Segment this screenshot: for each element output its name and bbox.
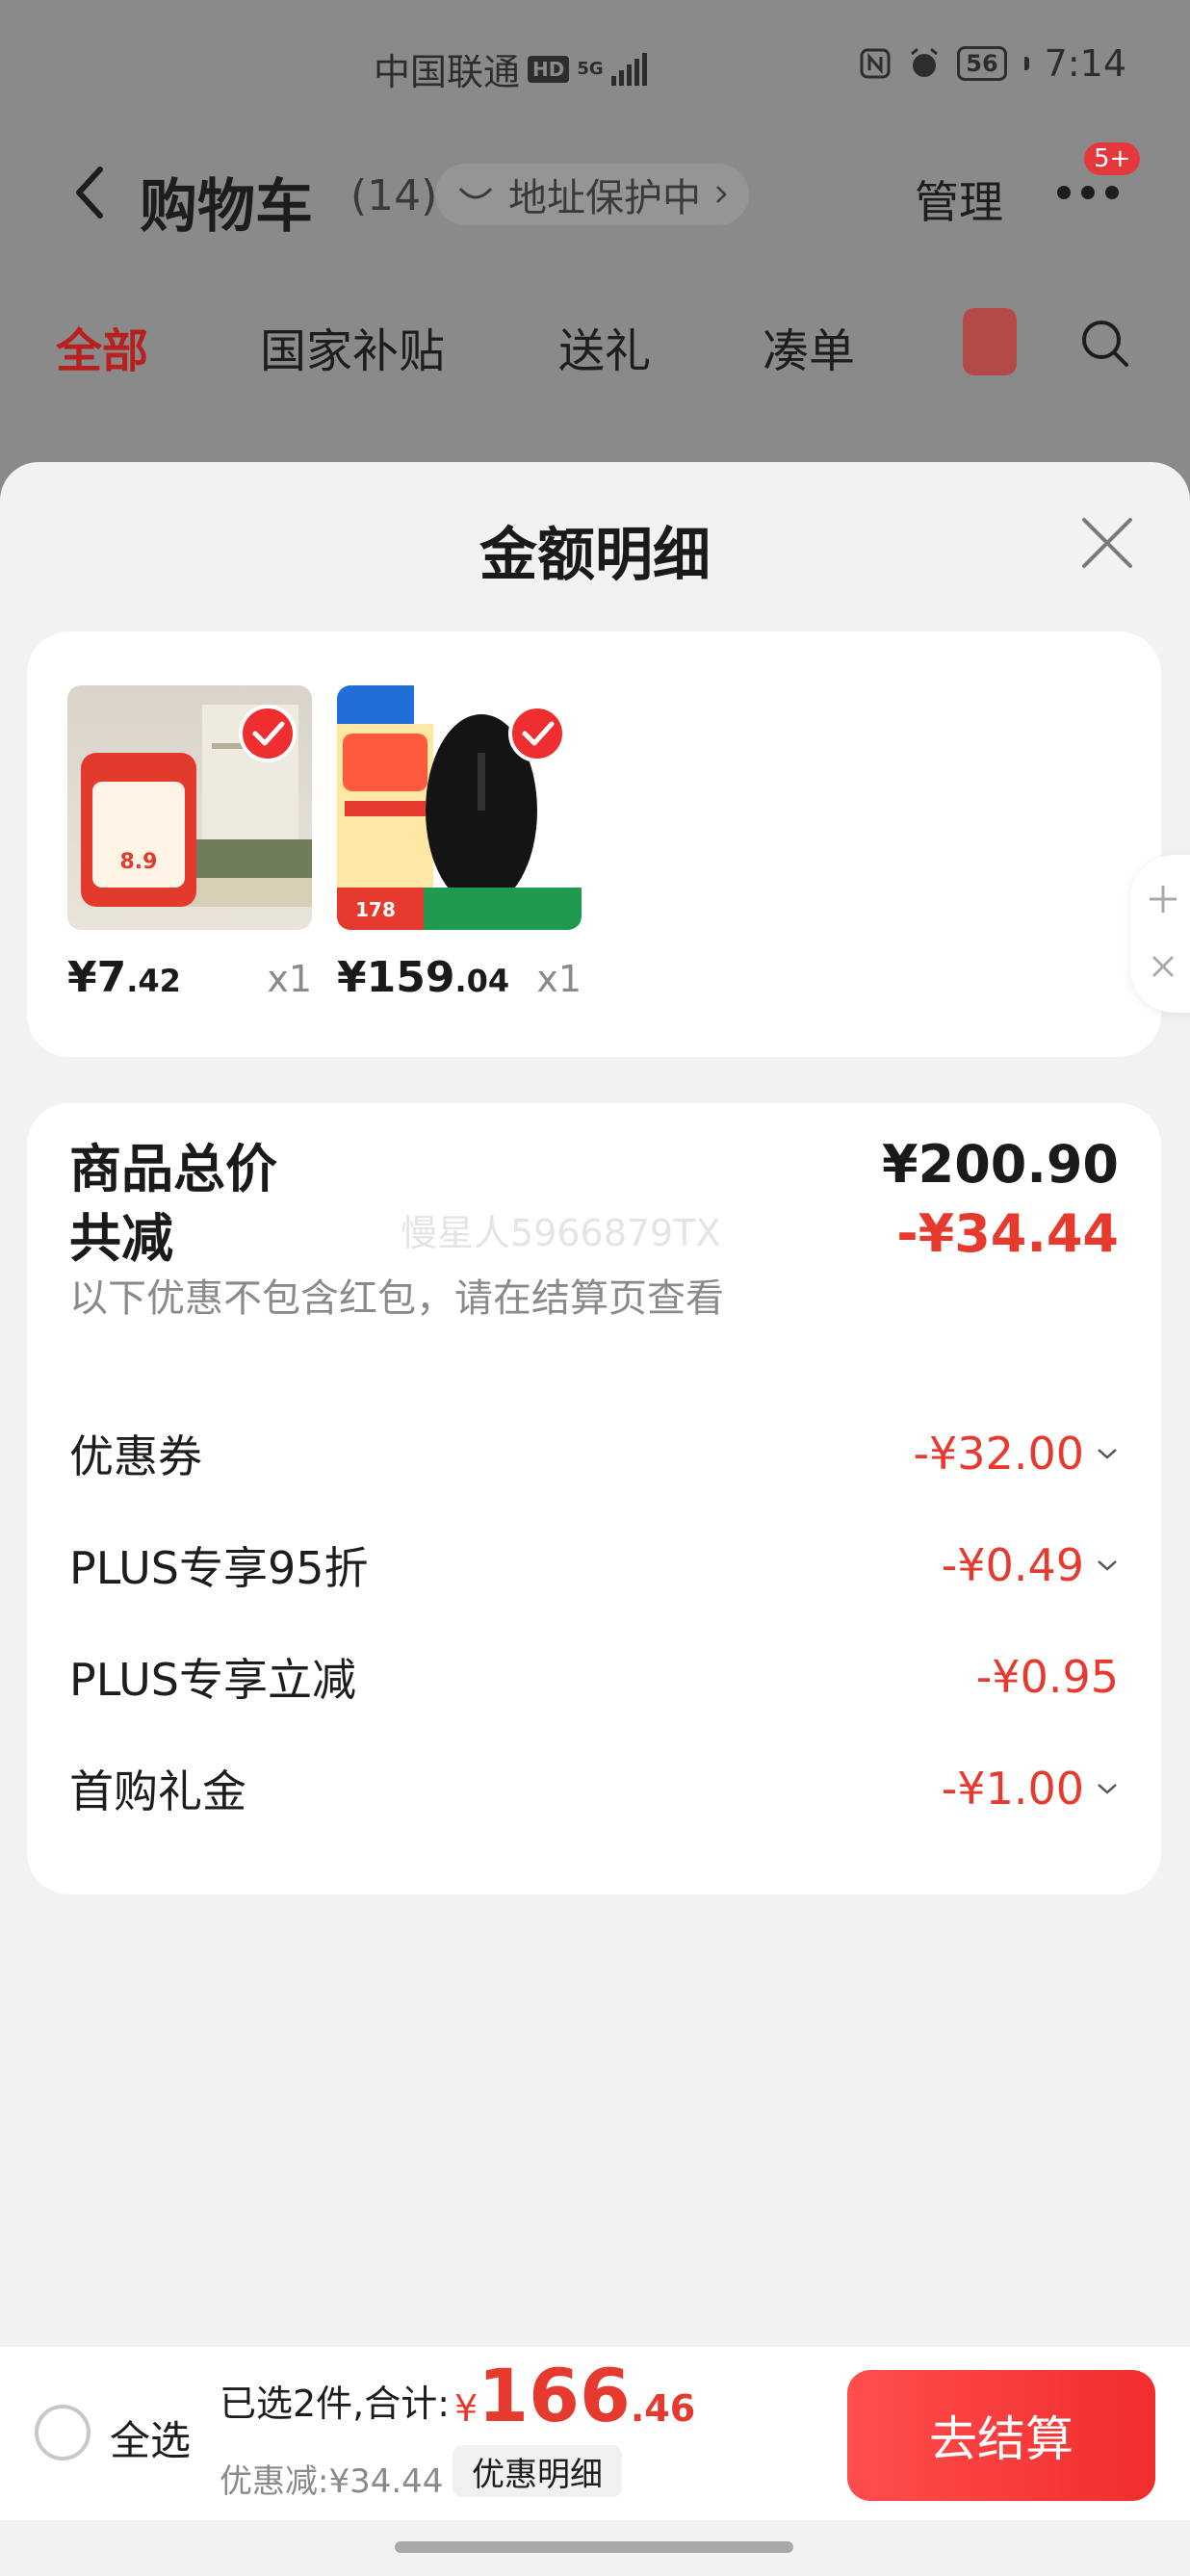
mouse-thumbnail: 178 <box>337 685 582 930</box>
close-small-icon[interactable] <box>1150 953 1177 980</box>
total-price-label: 商品总价 <box>69 1138 277 1199</box>
total-currency: ¥ <box>454 2387 479 2430</box>
tab-national-subsidy[interactable]: 国家补贴 <box>260 313 445 380</box>
discount-summary: 优惠减:¥34.44 <box>220 2462 444 2501</box>
shield-smile-icon <box>458 187 493 199</box>
reduce-value: -¥34.44 <box>896 1202 1119 1264</box>
discount-row-plus95[interactable]: PLUS专享95折 -¥0.49 <box>69 1534 1119 1596</box>
tab-bundle[interactable]: 凑单 <box>763 313 855 380</box>
discount-row-coupon[interactable]: 优惠券 -¥32.00 <box>69 1423 1119 1484</box>
close-icon[interactable] <box>1078 514 1136 572</box>
select-all-label[interactable]: 全选 <box>110 2409 191 2467</box>
page-title: 购物车 <box>140 173 313 241</box>
hd-badge: HD <box>528 55 570 83</box>
product-quantity: x1 <box>536 958 582 1000</box>
more-icon[interactable] <box>1054 183 1122 202</box>
price-integer: ¥7 <box>67 953 127 1002</box>
product-quantity: x1 <box>267 958 312 1000</box>
selected-check-icon <box>239 705 297 762</box>
alarm-icon <box>911 47 939 77</box>
total-integer: 166 <box>478 2353 631 2438</box>
discount-label: PLUS专享95折 <box>69 1542 369 1594</box>
discount-value: -¥32.00 <box>913 1428 1119 1480</box>
total-decimal: .46 <box>630 2387 696 2430</box>
battery-tip <box>1023 57 1029 70</box>
reduce-total-row: 共减 -¥34.44 <box>69 1199 1119 1269</box>
floating-tool-widget[interactable] <box>1130 855 1190 1013</box>
right-status: 56 7:14 <box>859 42 1126 85</box>
promo-tab-icon[interactable] <box>963 308 1017 375</box>
manage-button[interactable]: 管理 <box>915 167 1003 231</box>
discount-label: PLUS专享立减 <box>69 1654 356 1706</box>
product-price: ¥7.42 <box>67 953 181 1002</box>
discount-label: 优惠券 <box>69 1430 202 1482</box>
product-item[interactable]: 8.9 ¥7.42 x1 <box>67 685 318 1002</box>
chevron-right-icon <box>716 186 727 203</box>
back-arrow-icon[interactable] <box>65 164 119 221</box>
carrier-name: 中国联通 <box>374 51 521 93</box>
tab-all[interactable]: 全部 <box>56 313 148 380</box>
discount-amount: -¥0.95 <box>975 1651 1119 1703</box>
discount-row-plus-instant: PLUS专享立减 -¥0.95 <box>69 1646 1119 1708</box>
total-price-value: ¥200.90 <box>882 1133 1119 1195</box>
battery-level: 56 <box>966 50 998 77</box>
total-amount: ¥ 166 .46 <box>454 2353 695 2438</box>
chevron-down-icon[interactable] <box>1096 1782 1119 1795</box>
signal-icon <box>610 52 647 86</box>
cart-count: (14) <box>350 171 438 220</box>
tea-bags-thumbnail: 8.9 <box>67 685 312 930</box>
nfc-icon <box>860 48 891 79</box>
discount-amount: -¥32.00 <box>913 1428 1084 1480</box>
product-item[interactable]: 178 ¥159.04 x1 <box>337 685 587 1002</box>
home-indicator[interactable] <box>395 2541 793 2553</box>
tab-gift[interactable]: 送礼 <box>558 313 651 380</box>
discount-amount: -¥0.49 <box>941 1539 1084 1591</box>
price-decimal: .04 <box>454 963 510 999</box>
search-icon[interactable] <box>1078 317 1132 371</box>
svg-text:178: 178 <box>355 898 396 921</box>
selected-check-icon <box>508 705 566 762</box>
select-all-radio[interactable] <box>35 2405 91 2460</box>
chevron-down-icon[interactable] <box>1096 1447 1119 1460</box>
selected-summary: 已选2件,合计: <box>220 2383 451 2425</box>
total-price-row: 商品总价 ¥200.90 <box>69 1130 1119 1199</box>
address-protection-chip[interactable]: 地址保护中 <box>435 164 749 225</box>
checkout-bar: 全选 已选2件,合计: ¥ 166 .46 优惠减:¥34.44 优惠明细 去结… <box>0 2347 1190 2520</box>
navbar: 购物车 (14) 地址保护中 管理 5+ <box>0 141 1190 241</box>
chevron-down-icon[interactable] <box>1096 1558 1119 1572</box>
discount-value: -¥0.49 <box>942 1539 1119 1591</box>
plus-icon[interactable] <box>1146 882 1180 916</box>
discount-value: -¥1.00 <box>942 1763 1119 1815</box>
carrier-info: 中国联通 HD 5G <box>374 42 647 95</box>
discount-value: -¥0.95 <box>976 1651 1119 1703</box>
sheet-title: 金额明细 <box>479 522 711 589</box>
discount-detail-button[interactable]: 优惠明细 <box>453 2445 622 2497</box>
discount-amount: -¥1.00 <box>941 1763 1084 1815</box>
price-integer: ¥159 <box>337 953 455 1002</box>
price-detail-card: 商品总价 ¥200.90 慢星人5966879TX 共减 -¥34.44 以下优… <box>27 1103 1161 1894</box>
address-protection-label: 地址保护中 <box>508 176 701 220</box>
price-decimal: .42 <box>126 963 181 999</box>
network-type: 5G <box>577 58 604 79</box>
amount-detail-sheet: 金额明细 8.9 ¥7.42 x1 178 ¥159.04 x1 商品总价 ¥2… <box>0 462 1190 2576</box>
clock: 7:14 <box>1044 42 1126 85</box>
svg-text:8.9: 8.9 <box>120 850 158 874</box>
cart-page-background: 中国联通 HD 5G 56 7:14 购物车 (14) 地址保护中 管理 5+ … <box>0 0 1190 501</box>
category-tabs: 全部 国家补贴 送礼 凑单 <box>0 308 1190 380</box>
status-bar: 中国联通 HD 5G 56 7:14 <box>0 42 1190 93</box>
reduce-note: 以下优惠不包含红包，请在结算页查看 <box>69 1276 724 1321</box>
discount-label: 首购礼金 <box>69 1765 246 1817</box>
selected-products-card: 8.9 ¥7.42 x1 178 ¥159.04 x1 <box>27 631 1161 1057</box>
discount-row-first-purchase[interactable]: 首购礼金 -¥1.00 <box>69 1758 1119 1819</box>
product-price-row: ¥159.04 x1 <box>337 953 582 1002</box>
product-price-row: ¥7.42 x1 <box>67 953 312 1002</box>
message-badge: 5+ <box>1082 141 1143 177</box>
battery-icon: 56 <box>957 46 1007 81</box>
product-price: ¥159.04 <box>337 953 509 1002</box>
checkout-button[interactable]: 去结算 <box>847 2370 1155 2501</box>
reduce-label: 共减 <box>69 1207 173 1269</box>
